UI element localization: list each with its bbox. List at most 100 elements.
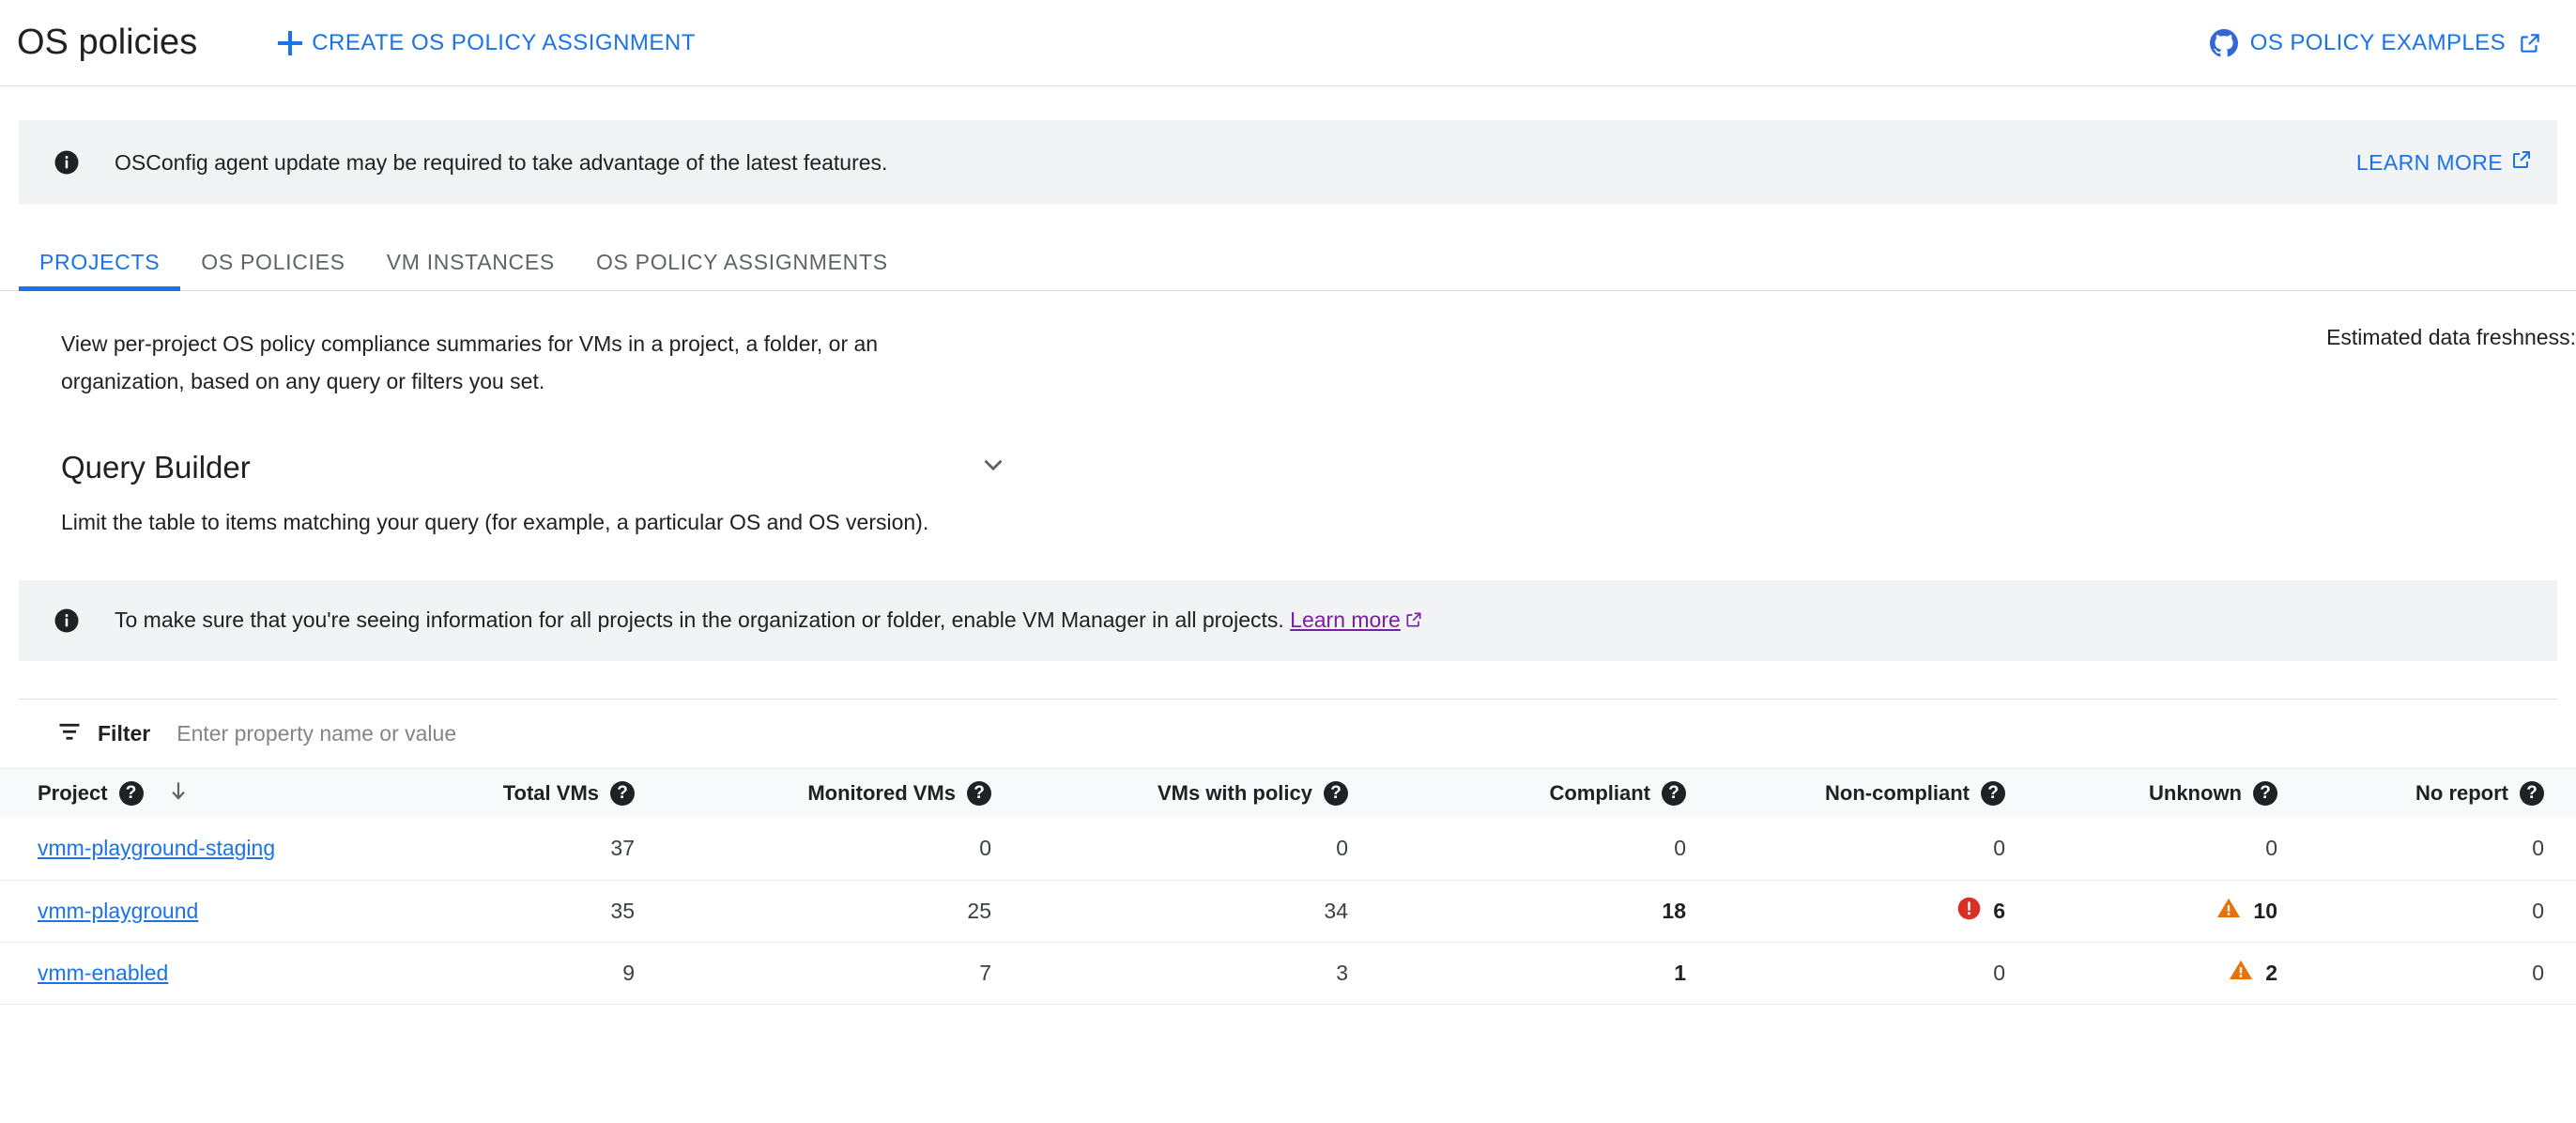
column-header-vms-with-policy[interactable]: VMs with policy ? [1023, 769, 1380, 818]
project-link[interactable]: vmm-enabled [38, 961, 168, 985]
compliant-value: 18 [1662, 898, 1686, 923]
os-policy-examples-label: OS POLICY EXAMPLES [2249, 29, 2506, 55]
cell-vms-with-policy: 3 [1023, 942, 1380, 1005]
tab-os-policies-label: OS POLICIES [201, 250, 345, 274]
query-builder-title: Query Builder [61, 449, 251, 485]
tab-projects[interactable]: PROJECTS [19, 235, 181, 291]
column-header-no-report[interactable]: No report ? [2309, 769, 2576, 818]
column-header-monitored-vms-label: Monitored VMs [807, 781, 956, 805]
table-row[interactable]: vmm-enabled 9 7 3 1 0 2 0 [0, 942, 2576, 1005]
table-row[interactable]: vmm-playground-staging 37 0 0 0 0 0 0 [0, 818, 2576, 881]
cell-compliant: 0 [1380, 818, 1718, 881]
description-line-2: organization, based on any query or filt… [61, 369, 545, 393]
agent-update-banner-text: OSConfig agent update may be required to… [115, 149, 888, 175]
info-icon [53, 607, 81, 635]
cell-unknown: 2 [2037, 942, 2309, 1005]
external-link-icon [2518, 31, 2542, 55]
project-link[interactable]: vmm-playground-staging [38, 836, 275, 860]
agent-update-banner: OSConfig agent update may be required to… [19, 120, 2557, 205]
page-header: OS policies CREATE OS POLICY ASSIGNMENT … [0, 0, 2576, 86]
column-header-non-compliant[interactable]: Non-compliant ? [1718, 769, 2037, 818]
help-icon[interactable]: ? [2253, 781, 2277, 806]
estimated-data-freshness-label: Estimated data freshness: [2326, 325, 2576, 349]
compliant-value: 1 [1674, 960, 1686, 985]
github-icon [2209, 28, 2238, 57]
column-header-total-vms-label: Total VMs [502, 781, 599, 805]
learn-more-button[interactable]: LEARN MORE [2356, 148, 2533, 177]
table-header-row: Project ? Total VMs ? Monitored VMs ? VM… [0, 769, 2576, 818]
info-icon [53, 148, 81, 177]
warning-triangle-icon [2228, 957, 2254, 989]
column-header-compliant[interactable]: Compliant ? [1380, 769, 1718, 818]
tab-os-policy-assignments-label: OS POLICY ASSIGNMENTS [595, 250, 888, 274]
external-link-icon [2510, 148, 2533, 177]
cell-vms-with-policy: 34 [1023, 880, 1380, 943]
cell-no-report: 0 [2309, 880, 2576, 943]
help-icon[interactable]: ? [967, 781, 991, 806]
column-header-total-vms[interactable]: Total VMs ? [451, 769, 667, 818]
column-header-project-label: Project [38, 781, 108, 805]
column-header-unknown[interactable]: Unknown ? [2037, 769, 2309, 818]
cell-total-vms: 9 [451, 942, 667, 1005]
cell-monitored-vms: 7 [667, 942, 1023, 1005]
tab-projects-label: PROJECTS [39, 250, 161, 274]
non-compliant-value: 6 [1993, 898, 2005, 923]
cell-project: vmm-playground [0, 880, 451, 943]
query-builder-subtitle: Limit the table to items matching your q… [61, 510, 929, 534]
project-compliance-table: Project ? Total VMs ? Monitored VMs ? VM… [0, 769, 2576, 1005]
tab-os-policy-assignments[interactable]: OS POLICY ASSIGNMENTS [575, 235, 909, 290]
vm-manager-banner: To make sure that you're seeing informat… [19, 580, 2557, 661]
chevron-down-icon[interactable] [977, 449, 1009, 485]
arrow-down-icon[interactable] [166, 778, 191, 808]
column-header-monitored-vms[interactable]: Monitored VMs ? [667, 769, 1023, 818]
filter-input[interactable] [176, 721, 1022, 746]
column-header-project[interactable]: Project ? [0, 769, 451, 818]
column-header-unknown-label: Unknown [2149, 781, 2242, 805]
filter-label: Filter [98, 721, 151, 746]
help-icon[interactable]: ? [610, 781, 635, 806]
cell-monitored-vms: 0 [667, 818, 1023, 881]
tab-os-policies[interactable]: OS POLICIES [180, 235, 365, 290]
learn-more-label: LEARN MORE [2355, 149, 2503, 175]
error-circle-icon [1956, 896, 1982, 927]
help-icon[interactable]: ? [1324, 781, 1348, 806]
filter-icon[interactable] [56, 718, 83, 749]
create-button-label: CREATE OS POLICY ASSIGNMENT [312, 29, 696, 55]
description-text: View per-project OS policy compliance su… [61, 325, 878, 400]
project-link[interactable]: vmm-playground [38, 899, 198, 923]
page-title: OS policies [17, 23, 198, 62]
help-icon[interactable]: ? [1662, 781, 1686, 806]
cell-unknown: 0 [2037, 818, 2309, 881]
vm-manager-banner-text: To make sure that you're seeing informat… [115, 608, 1423, 635]
column-header-no-report-label: No report [2415, 781, 2508, 805]
column-header-compliant-label: Compliant [1549, 781, 1650, 805]
cell-project: vmm-enabled [0, 942, 451, 1005]
warning-triangle-icon [2216, 895, 2242, 927]
os-policy-examples-link[interactable]: OS POLICY EXAMPLES [2209, 28, 2542, 57]
cell-total-vms: 37 [451, 818, 667, 881]
cell-compliant: 18 [1380, 880, 1718, 943]
tab-vm-instances[interactable]: VM INSTANCES [366, 235, 575, 290]
cell-unknown: 10 [2037, 880, 2309, 943]
query-builder-toggle[interactable]: Query Builder [61, 449, 1009, 485]
table-row[interactable]: vmm-playground 35 25 34 18 6 10 0 [0, 880, 2576, 943]
help-icon[interactable]: ? [2520, 781, 2544, 806]
cell-vms-with-policy: 0 [1023, 818, 1380, 881]
description-line-1: View per-project OS policy compliance su… [61, 331, 879, 356]
vm-manager-learn-more-link[interactable]: Learn more [1290, 608, 1401, 632]
cell-non-compliant: 6 [1718, 880, 2037, 943]
tab-vm-instances-label: VM INSTANCES [386, 250, 555, 274]
cell-non-compliant: 0 [1718, 818, 2037, 881]
plus-icon [278, 30, 303, 55]
create-os-policy-assignment-button[interactable]: CREATE OS POLICY ASSIGNMENT [272, 23, 701, 64]
cell-no-report: 0 [2309, 942, 2576, 1005]
help-icon[interactable]: ? [118, 781, 144, 806]
query-builder-section: Query Builder Limit the table to items m… [0, 400, 2576, 535]
cell-non-compliant: 0 [1718, 942, 2037, 1005]
cell-compliant: 1 [1380, 942, 1718, 1005]
help-icon[interactable]: ? [1981, 781, 2005, 806]
cell-monitored-vms: 25 [667, 880, 1023, 943]
vm-manager-banner-body: To make sure that you're seeing informat… [115, 607, 1284, 632]
cell-project: vmm-playground-staging [0, 818, 451, 881]
cell-no-report: 0 [2309, 818, 2576, 881]
